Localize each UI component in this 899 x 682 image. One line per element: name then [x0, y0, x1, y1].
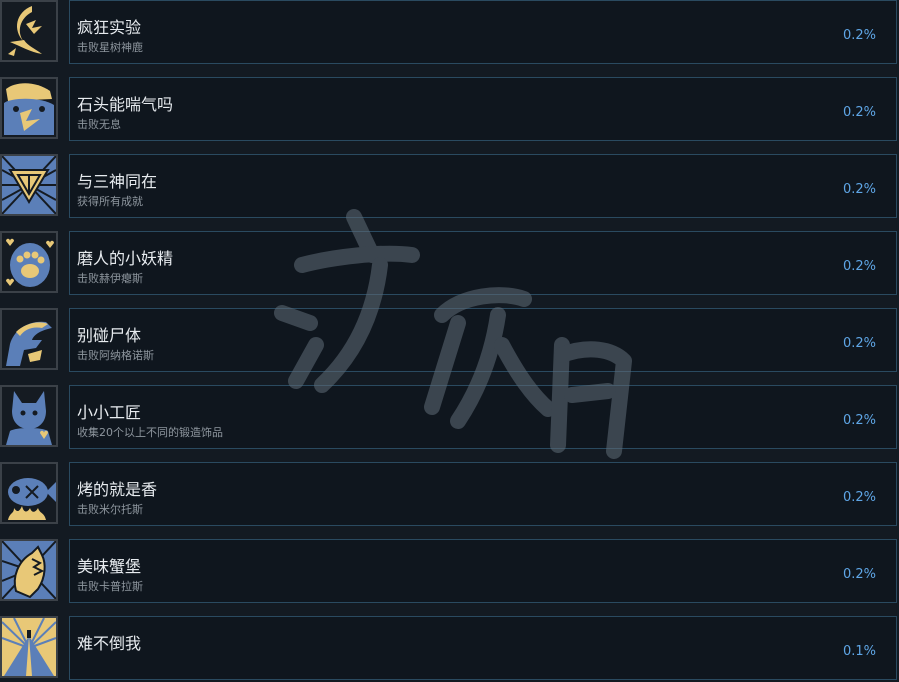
craftsman-fox-icon: [0, 385, 58, 447]
achievement-panel: 与三神同在 获得所有成就 0.2%: [69, 154, 897, 218]
achievement-unlock-percent: 0.2%: [842, 567, 876, 582]
achievement-row[interactable]: 烤的就是香 击败米尔托斯 0.2%: [0, 462, 899, 528]
achievement-row[interactable]: 石头能喘气吗 击败无息 0.2%: [0, 77, 899, 143]
achievement-unlock-percent: 0.2%: [842, 490, 876, 505]
achievement-unlock-percent: 0.2%: [842, 28, 876, 43]
triangle-sigil-icon: [0, 154, 58, 216]
achievement-panel: 别碰尸体 击败阿纳格诺斯 0.2%: [69, 308, 897, 372]
achievement-title: 难不倒我: [77, 634, 142, 653]
achievement-title: 美味蟹堡: [77, 557, 142, 576]
achievement-description: 击败米尔托斯: [77, 503, 143, 516]
crab-icon: [0, 539, 58, 601]
achievement-panel: 烤的就是香 击败米尔托斯 0.2%: [69, 462, 897, 526]
achievement-panel: 难不倒我 0.1%: [69, 616, 897, 680]
achievement-unlock-percent: 0.2%: [842, 259, 876, 274]
achievement-title: 磨人的小妖精: [77, 249, 174, 268]
achievement-panel: 小小工匠 收集20个以上不同的锻造饰品 0.2%: [69, 385, 897, 449]
achievement-title: 烤的就是香: [77, 480, 158, 499]
achievement-row[interactable]: 小小工匠 收集20个以上不同的锻造饰品 0.2%: [0, 385, 899, 451]
achievement-description: 获得所有成就: [77, 195, 143, 208]
achievement-description: 收集20个以上不同的锻造饰品: [77, 426, 223, 439]
achievement-description: 击败无息: [77, 118, 121, 131]
achievement-description: 击败赫伊瘪斯: [77, 272, 143, 285]
achievement-title: 石头能喘气吗: [77, 95, 174, 114]
paw-hearts-icon: [0, 231, 58, 293]
achievement-row[interactable]: 难不倒我 0.1%: [0, 616, 899, 682]
achievement-unlock-percent: 0.2%: [842, 105, 876, 120]
achievement-unlock-percent: 0.2%: [842, 413, 876, 428]
achievement-row[interactable]: 与三神同在 获得所有成就 0.2%: [0, 154, 899, 220]
achievement-unlock-percent: 0.2%: [842, 336, 876, 351]
achievement-panel: 美味蟹堡 击败卡普拉斯 0.2%: [69, 539, 897, 603]
achievement-title: 与三神同在: [77, 172, 158, 191]
achievement-row[interactable]: 别碰尸体 击败阿纳格诺斯 0.2%: [0, 308, 899, 374]
achievement-row[interactable]: 疯狂实验 击败星树神鹿 0.2%: [0, 0, 899, 66]
achievement-row[interactable]: 磨人的小妖精 击败赫伊瘪斯 0.2%: [0, 231, 899, 297]
achievement-title: 小小工匠: [77, 403, 142, 422]
achievement-unlock-percent: 0.2%: [842, 182, 876, 197]
roasted-fish-icon: [0, 462, 58, 524]
moon-deer-icon: [0, 0, 58, 62]
rock-creature-icon: [0, 77, 58, 139]
achievement-description: 击败阿纳格诺斯: [77, 349, 154, 362]
achievement-unlock-percent: 0.1%: [842, 644, 876, 659]
achievement-list: 疯狂实验 击败星树神鹿 0.2% 石头能喘气吗 击败无息 0.2% 与三神同在 …: [0, 0, 899, 680]
achievement-title: 疯狂实验: [77, 18, 142, 37]
achievement-description: 击败星树神鹿: [77, 41, 143, 54]
achievement-panel: 疯狂实验 击败星树神鹿 0.2%: [69, 0, 897, 64]
corpse-hand-icon: [0, 308, 58, 370]
achievement-panel: 石头能喘气吗 击败无息 0.2%: [69, 77, 897, 141]
achievement-description: 击败卡普拉斯: [77, 580, 143, 593]
achievement-title: 别碰尸体: [77, 326, 142, 345]
achievement-row[interactable]: 美味蟹堡 击败卡普拉斯 0.2%: [0, 539, 899, 605]
achievement-panel: 磨人的小妖精 击败赫伊瘪斯 0.2%: [69, 231, 897, 295]
pyramid-icon: [0, 616, 58, 678]
